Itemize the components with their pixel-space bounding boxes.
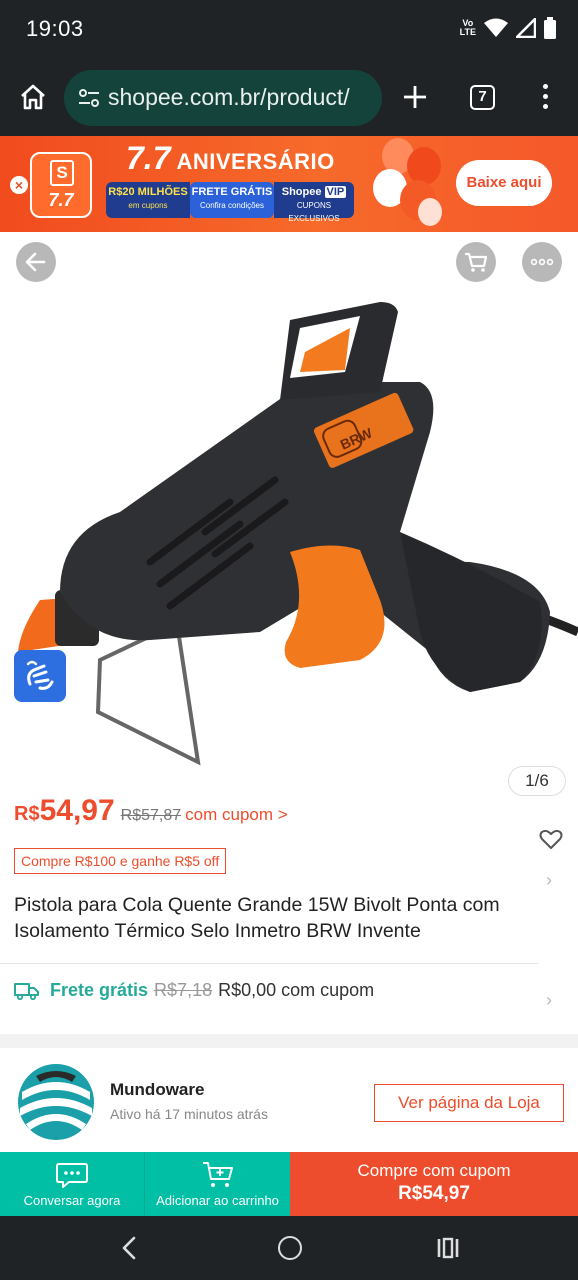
- site-settings-icon[interactable]: [78, 87, 100, 109]
- nav-back-icon[interactable]: [118, 1234, 142, 1262]
- coupon-link[interactable]: com cupom >: [185, 805, 288, 825]
- signal-icon: [516, 18, 536, 38]
- status-icons: Vo LTE: [460, 17, 556, 39]
- chevron-right-icon[interactable]: ›: [546, 870, 552, 891]
- product-image-carousel[interactable]: BRW 1/6: [0, 232, 578, 804]
- more-vert-icon[interactable]: [535, 84, 555, 112]
- image-counter: 1/6: [508, 766, 566, 796]
- volte-icon: Vo LTE: [459, 18, 476, 37]
- truck-icon: [14, 982, 39, 1000]
- address-bar[interactable]: shopee.com.br/product/: [64, 70, 382, 126]
- promo-title: 7.7 ANIVERSÁRIO: [126, 140, 335, 176]
- add-cart-icon: [202, 1162, 233, 1187]
- buy-price: R$54,97: [398, 1183, 470, 1204]
- promo-chip[interactable]: Compre R$100 e ganhe R$5 off: [14, 848, 227, 874]
- shopee-logo-icon: S: [50, 160, 74, 186]
- chat-icon: [56, 1163, 88, 1188]
- chevron-right-icon[interactable]: ›: [546, 990, 552, 1011]
- buy-label: Compre com cupom: [357, 1161, 511, 1180]
- current-price: R$54,97: [14, 794, 115, 827]
- product-title: Pistola para Cola Quente Grande 15W Bivo…: [14, 894, 500, 942]
- balloons-icon: [373, 138, 442, 226]
- cart-icon: [465, 252, 488, 272]
- shipping-old-price: R$7,18: [154, 980, 213, 1000]
- shop-name[interactable]: Mundoware: [110, 1080, 204, 1100]
- heart-icon[interactable]: [538, 826, 564, 852]
- free-shipping-label: Frete grátis: [50, 980, 149, 1000]
- arrow-left-icon: [25, 252, 46, 272]
- nav-home-icon[interactable]: [278, 1236, 302, 1260]
- chat-label: Conversar agora: [23, 1193, 121, 1208]
- bottom-action-bar: Conversar agora Adicionar ao carrinho Co…: [0, 1152, 578, 1216]
- more-horiz-icon: [530, 258, 554, 266]
- buy-with-coupon-button[interactable]: Compre com cupom R$54,97: [290, 1152, 578, 1216]
- more-options-button[interactable]: [522, 242, 562, 282]
- promo-banner[interactable]: × S 7.7 7.7 ANIVERSÁRIO R$20 MILHÕES em cu…: [0, 136, 578, 232]
- shop-row[interactable]: Mundoware Ativo há 17 minutos atrás Ver …: [0, 1048, 578, 1152]
- add-to-cart-button[interactable]: Adicionar ao carrinho: [145, 1152, 290, 1216]
- shop-logo-icon: [18, 1064, 94, 1140]
- promo-tag-free-shipping: FRETE GRÁTIS Confira condições: [190, 182, 274, 218]
- price-row: R$54,97 R$57,87 com cupom >: [14, 794, 288, 828]
- home-icon[interactable]: [18, 82, 48, 112]
- divider: [0, 963, 538, 964]
- cart-button[interactable]: [456, 242, 496, 282]
- bag-label: 7.7: [48, 190, 74, 210]
- wifi-icon: [484, 18, 508, 37]
- nav-recents-icon[interactable]: [436, 1236, 460, 1260]
- status-time: 19:03: [26, 16, 84, 41]
- shop-status: Ativo há 17 minutos atrás: [110, 1106, 268, 1122]
- back-button[interactable]: [16, 242, 56, 282]
- browser-toolbar: shopee.com.br/product/ 7: [0, 60, 578, 136]
- sign-language-icon: [26, 660, 54, 690]
- promo-tag-coupons: R$20 MILHÕES em cupons: [106, 182, 190, 218]
- view-shop-button[interactable]: Ver página da Loja: [374, 1084, 564, 1122]
- shopee-bag-logo: S 7.7: [30, 152, 92, 218]
- accessibility-button[interactable]: [14, 650, 66, 702]
- new-tab-icon[interactable]: [400, 82, 430, 112]
- promo-tag-vip: Shopee VIP CUPONS EXCLUSIVOS: [274, 182, 354, 223]
- shop-avatar[interactable]: [16, 1062, 96, 1142]
- section-gap: [0, 1034, 578, 1048]
- chat-button[interactable]: Conversar agora: [0, 1152, 145, 1216]
- system-nav-bar: [0, 1216, 578, 1280]
- shipping-new-price: R$0,00 com cupom: [218, 980, 375, 1000]
- add-to-cart-label: Adicionar ao carrinho: [156, 1193, 279, 1208]
- promo-tags: R$20 MILHÕES em cupons FRETE GRÁTIS Confir…: [106, 182, 354, 223]
- battery-icon: [544, 17, 556, 39]
- download-app-button[interactable]: Baixe aqui: [456, 160, 552, 206]
- shipping-row[interactable]: Frete grátis R$7,18 R$0,00 com cupom: [14, 980, 374, 1001]
- original-price: R$57,87: [120, 807, 182, 824]
- tab-switcher-button[interactable]: 7: [470, 85, 495, 110]
- product-photo: BRW: [18, 302, 578, 766]
- close-icon[interactable]: ×: [10, 176, 28, 194]
- status-bar: 19:03 Vo LTE: [0, 0, 578, 60]
- url-text: shopee.com.br/product/: [108, 84, 350, 110]
